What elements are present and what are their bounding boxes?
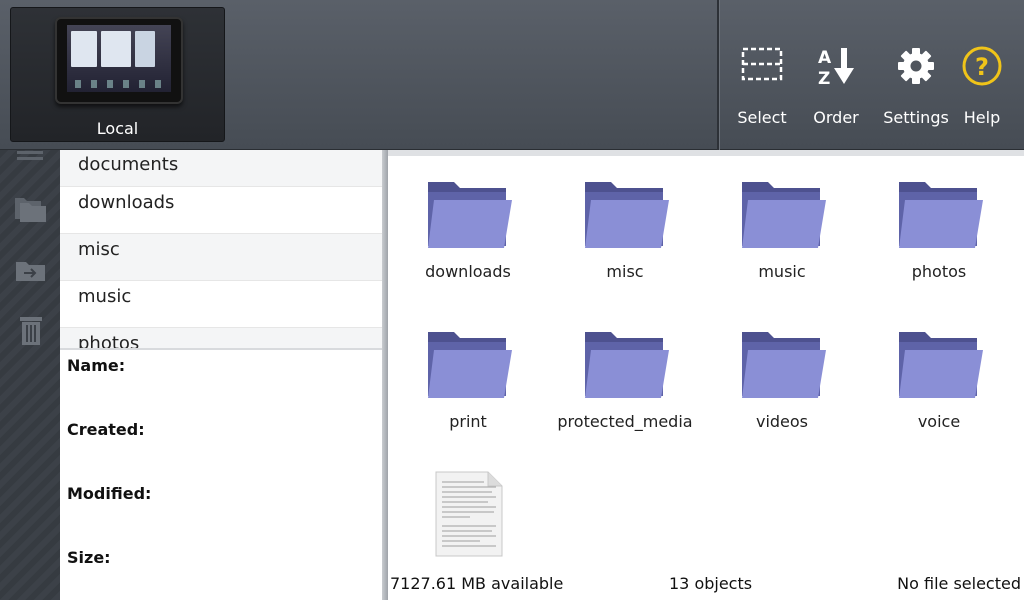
document-file-icon — [435, 471, 503, 557]
grid-item[interactable]: voice — [864, 328, 1014, 431]
folder-list-item[interactable]: photos — [60, 328, 382, 350]
grid-item-label: misc — [606, 262, 644, 281]
status-bar: 7127.61 MB available 13 objects No file … — [388, 570, 1024, 600]
grid-item-label: videos — [755, 412, 809, 431]
selection-status: No file selected — [897, 574, 1021, 593]
folder-icon — [428, 332, 512, 398]
folder-list-item[interactable]: misc — [60, 234, 382, 281]
folder-list-item[interactable]: documents — [60, 150, 382, 187]
folder-icon — [742, 332, 826, 398]
grid-item[interactable] — [393, 470, 543, 568]
grid-item[interactable]: videos — [707, 328, 857, 431]
grid-item-label: protected_media — [557, 412, 693, 431]
created-label: Created: — [67, 420, 145, 439]
action-rail — [0, 150, 60, 600]
available-space: 7127.61 MB available — [390, 574, 564, 593]
size-label: Size: — [67, 548, 111, 567]
folder-icon — [428, 182, 512, 248]
grid-item[interactable]: music — [707, 178, 857, 281]
grid-item-label: voice — [917, 412, 961, 431]
grid-item[interactable]: downloads — [393, 178, 543, 281]
modified-label: Modified: — [67, 484, 152, 503]
folder-icon — [899, 182, 983, 248]
object-count: 13 objects — [669, 574, 753, 593]
order-button[interactable]: A Z Order — [796, 44, 876, 127]
svg-text:?: ? — [975, 53, 989, 81]
device-label: Local — [96, 119, 139, 138]
grid-item[interactable]: misc — [550, 178, 700, 281]
folder-icon — [742, 182, 826, 248]
copy-folder-icon[interactable] — [14, 194, 48, 224]
top-bar: Local Select A Z Order Settings ? Help — [0, 0, 1024, 150]
folder-icon — [585, 332, 669, 398]
svg-text:A: A — [818, 48, 832, 68]
folder-list: documents downloads misc music photos — [60, 150, 382, 350]
name-label: Name: — [67, 356, 126, 375]
sort-az-icon: A Z — [796, 44, 876, 100]
folder-icon — [899, 332, 983, 398]
toolbar-divider — [717, 0, 719, 150]
select-button[interactable]: Select — [722, 44, 802, 127]
help-icon: ? — [942, 44, 1022, 100]
folder-list-item[interactable]: music — [60, 281, 382, 328]
grid-item[interactable]: protected_media — [550, 328, 700, 431]
folder-list-item[interactable]: downloads — [60, 187, 382, 234]
trash-icon[interactable] — [14, 316, 48, 346]
move-folder-icon[interactable] — [14, 256, 48, 286]
details-panel: Name: Created: Modified: Size: — [60, 348, 382, 600]
grid-item-label: photos — [911, 262, 967, 281]
order-label: Order — [813, 108, 859, 127]
device-local-tile[interactable]: Local — [10, 7, 225, 142]
folder-icon — [585, 182, 669, 248]
select-label: Select — [737, 108, 787, 127]
grid-item[interactable]: print — [393, 328, 543, 431]
list-view-icon[interactable] — [14, 148, 48, 160]
file-grid: downloads misc music photos print protec… — [388, 150, 1024, 570]
grid-item-label: downloads — [425, 262, 511, 281]
tablet-device-icon — [55, 17, 183, 104]
grid-item-label: music — [758, 262, 806, 281]
help-label: Help — [963, 108, 1001, 127]
help-button[interactable]: ? Help — [942, 44, 1022, 127]
svg-text:Z: Z — [818, 69, 830, 88]
grid-item-label: print — [449, 412, 487, 431]
grid-item[interactable]: photos — [864, 178, 1014, 281]
select-icon — [722, 44, 802, 100]
